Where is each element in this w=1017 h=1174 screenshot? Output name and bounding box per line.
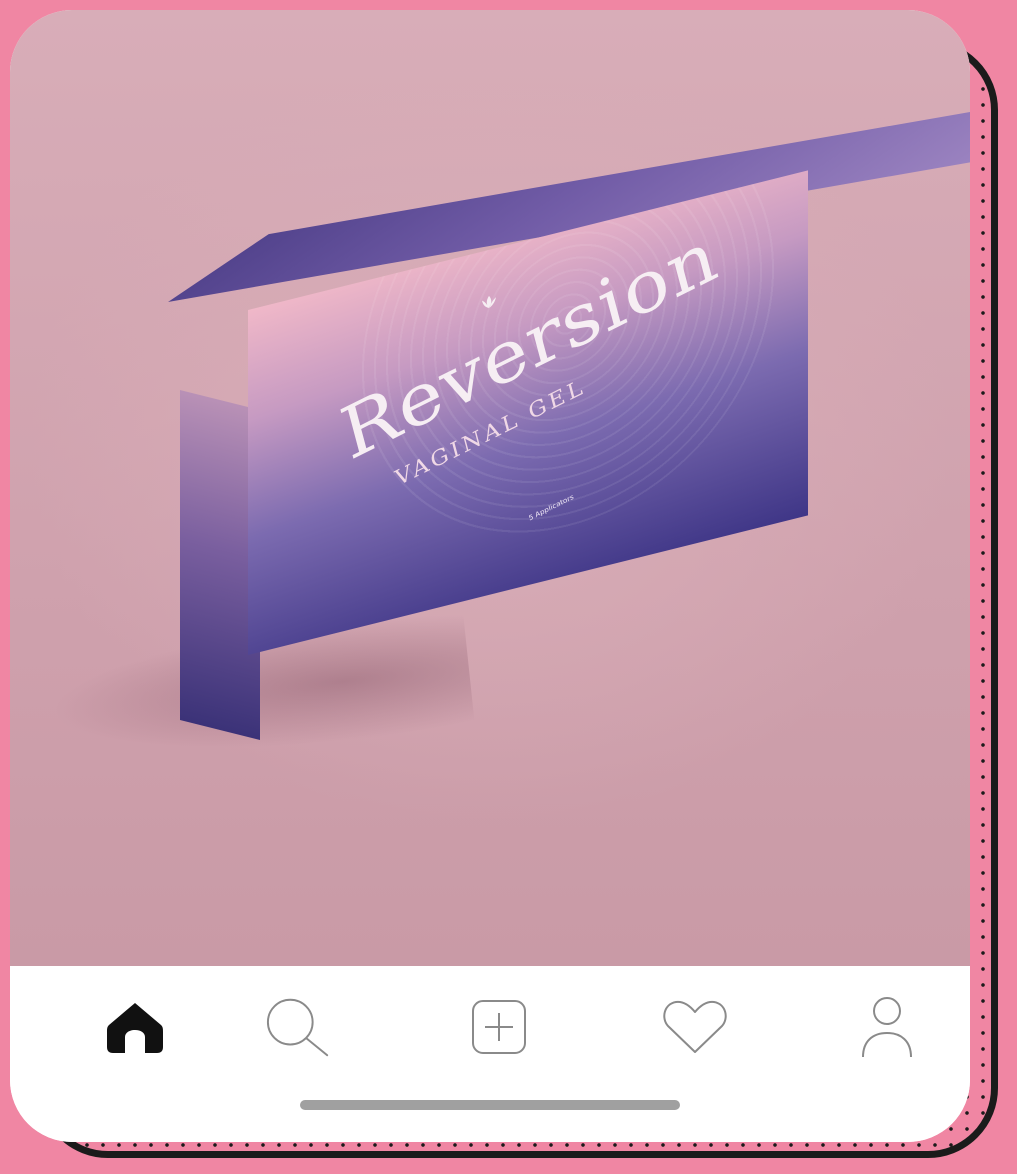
nav-profile-button[interactable]: [852, 992, 922, 1062]
product-photo: Reversion VAGINAL GEL 5 Applicators: [10, 10, 970, 966]
add-post-icon: [472, 1000, 526, 1054]
home-icon: [107, 1003, 163, 1053]
nav-activity-button[interactable]: [660, 992, 730, 1062]
search-icon: [266, 998, 329, 1057]
nav-create-button[interactable]: [464, 992, 534, 1062]
home-indicator-bar[interactable]: [300, 1100, 680, 1110]
nav-home-button[interactable]: [100, 992, 170, 1062]
profile-icon: [862, 997, 912, 1058]
nav-search-button[interactable]: [265, 992, 335, 1062]
heart-icon: [663, 1000, 727, 1053]
post-card: Reversion VAGINAL GEL 5 Applicators: [10, 10, 970, 1142]
bottom-nav-bar: [10, 966, 970, 1142]
